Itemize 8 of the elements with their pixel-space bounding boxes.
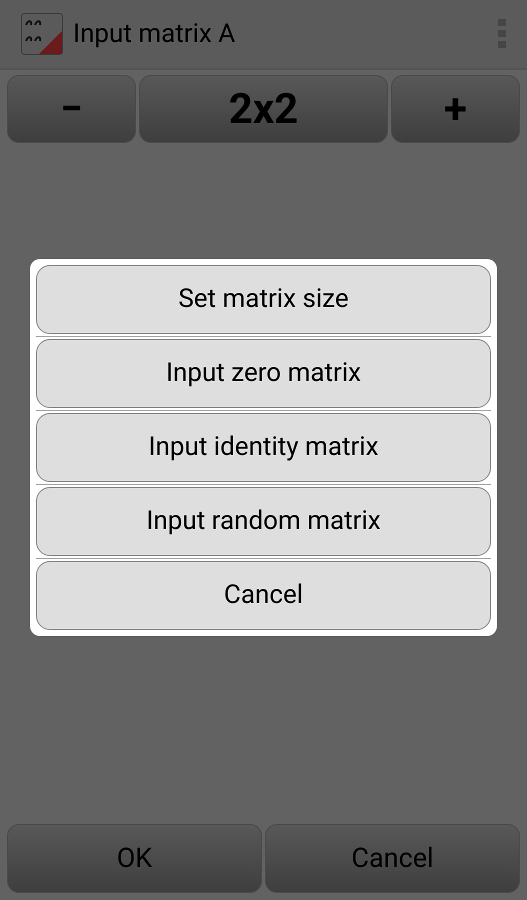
dialog-option[interactable]: Input identity matrix (36, 413, 491, 482)
app-icon (21, 13, 63, 55)
dialog-option[interactable]: Cancel (36, 561, 491, 630)
matrix-size: 2x2 (139, 75, 388, 143)
dialog-option[interactable]: Set matrix size (36, 265, 491, 334)
dialog-option[interactable]: Input zero matrix (36, 339, 491, 408)
window-title: Input matrix A (73, 18, 236, 50)
dialog-option[interactable]: Input random matrix (36, 487, 491, 556)
